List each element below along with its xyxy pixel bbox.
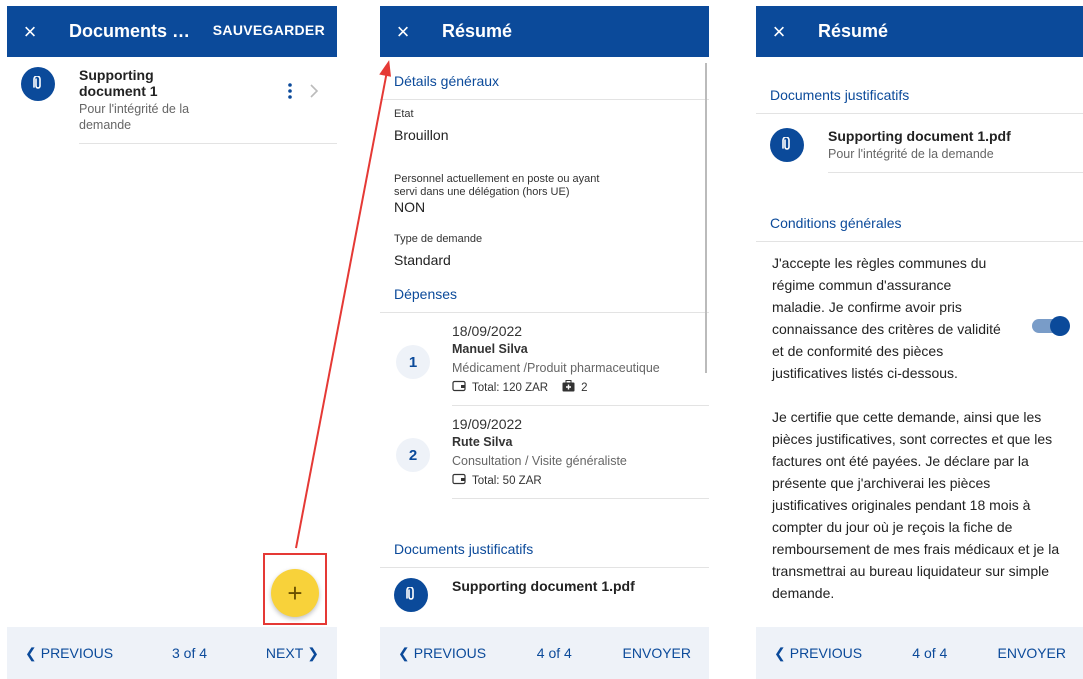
previous-button[interactable]: ❮ PREVIOUS [398,645,486,662]
bottom-nav: ❮ PREVIOUS 4 of 4 ENVOYER [756,627,1083,679]
medical-kit-icon [562,380,575,395]
page-title: Résumé [442,21,513,41]
previous-label: PREVIOUS [40,645,114,661]
field-label: Personnel actuellement en poste ou ayant… [394,173,600,198]
send-button[interactable]: ENVOYER [623,645,691,661]
document-title: Supporting document 1.pdf [452,578,635,594]
send-button[interactable]: ENVOYER [998,645,1066,661]
expense-number: 1 [396,345,430,379]
document-subtitle: Pour l'intégrité de la demande [79,102,190,132]
previous-button[interactable]: ❮ PREVIOUS [774,645,862,662]
add-document-button[interactable]: + [271,569,319,617]
previous-label: PREVIOUS [789,645,863,661]
page-indicator: 3 of 4 [171,645,208,661]
document-list-item[interactable]: Supporting document 1.pdf Pour l'intégri… [756,114,1083,172]
field-etat: Etat Brouillon [380,100,709,143]
expense-description: Médicament /Produit pharmaceutique [452,361,660,375]
close-icon[interactable]: × [756,19,802,45]
page-indicator: 4 of 4 [536,645,572,661]
field-label: Etat [394,108,414,120]
expense-description: Consultation / Visite généraliste [452,454,627,468]
app-bar: × Résumé [380,6,709,57]
expenses-header: Dépenses [394,286,458,302]
field-delegation: Personnel actuellement en poste ou ayant… [380,143,623,215]
expense-person: Manuel Silva [452,342,528,356]
wallet-icon [452,380,466,395]
page-title: Résumé [818,21,889,41]
conditions-text-1: J'accepte les règles communes du régime … [772,255,1001,381]
expense-total: Total: 120 ZAR [472,381,549,394]
close-icon[interactable]: × [380,19,426,45]
expense-date: 18/09/2022 [452,323,523,339]
expense-date: 19/09/2022 [452,416,523,432]
chevron-right-icon: ❯ [307,644,319,661]
bottom-nav: ❮ PREVIOUS 3 of 4 NEXT ❯ [7,627,337,679]
previous-button[interactable]: ❮ PREVIOUS [25,645,113,662]
next-label: NEXT [265,645,304,661]
chevron-left-icon: ❮ [398,644,410,661]
more-vert-icon[interactable] [287,83,293,104]
field-value: Standard [394,252,451,268]
expense-item[interactable]: 1 18/09/2022 Manuel Silva Médicament /Pr… [380,313,709,405]
chevron-right-icon[interactable] [309,83,319,104]
expense-item[interactable]: 2 19/09/2022 Rute Silva Consultation / V… [380,406,709,498]
app-bar: × Documents … SAUVEGARDER [7,6,337,57]
field-value: Brouillon [394,127,449,143]
field-value: NON [394,199,426,215]
document-title: Supporting document 1 [79,67,158,99]
documents-panel: × Documents … SAUVEGARDER Supporting doc… [7,6,337,679]
general-details-header: Détails généraux [394,73,500,89]
conditions-text-2: Je certifie que cette demande, ainsi que… [772,409,1060,601]
save-button[interactable]: SAUVEGARDER [213,22,325,38]
expense-number: 2 [396,438,430,472]
scrollbar[interactable] [705,63,707,373]
supporting-docs-header: Documents justificatifs [770,87,910,103]
conditions-header: Conditions générales [770,215,902,231]
wallet-icon [452,473,466,488]
document-subtitle: Pour l'intégrité de la demande [828,147,994,161]
page-title: Documents … [69,21,191,41]
chevron-left-icon: ❮ [774,644,786,661]
paperclip-icon [21,67,55,101]
summary-conditions-panel: × Résumé Documents justificatifs Support… [756,6,1083,679]
paperclip-icon [394,578,428,612]
bottom-nav: ❮ PREVIOUS 4 of 4 ENVOYER [380,627,709,679]
field-type: Type de demande Standard [380,215,709,268]
field-label: Type de demande [394,233,483,245]
expense-total: Total: 50 ZAR [472,474,542,487]
paperclip-icon [770,128,804,162]
page-indicator: 4 of 4 [912,645,948,661]
document-title: Supporting document 1.pdf [828,128,1011,144]
expense-person: Rute Silva [452,435,513,449]
next-button[interactable]: NEXT ❯ [266,645,319,662]
attachment-count: 2 [581,381,588,394]
accept-toggle[interactable] [1050,316,1070,336]
close-icon[interactable]: × [7,19,53,45]
previous-label: PREVIOUS [413,645,487,661]
divider [79,143,337,144]
chevron-left-icon: ❮ [25,644,37,661]
summary-panel: × Résumé Détails généraux Etat Brouillon… [380,6,709,679]
document-list-item[interactable]: Supporting document 1 Pour l'intégrité d… [7,57,337,143]
app-bar: × Résumé [756,6,1083,57]
document-list-item[interactable]: Supporting document 1.pdf [380,568,709,622]
supporting-docs-header: Documents justificatifs [394,541,534,557]
